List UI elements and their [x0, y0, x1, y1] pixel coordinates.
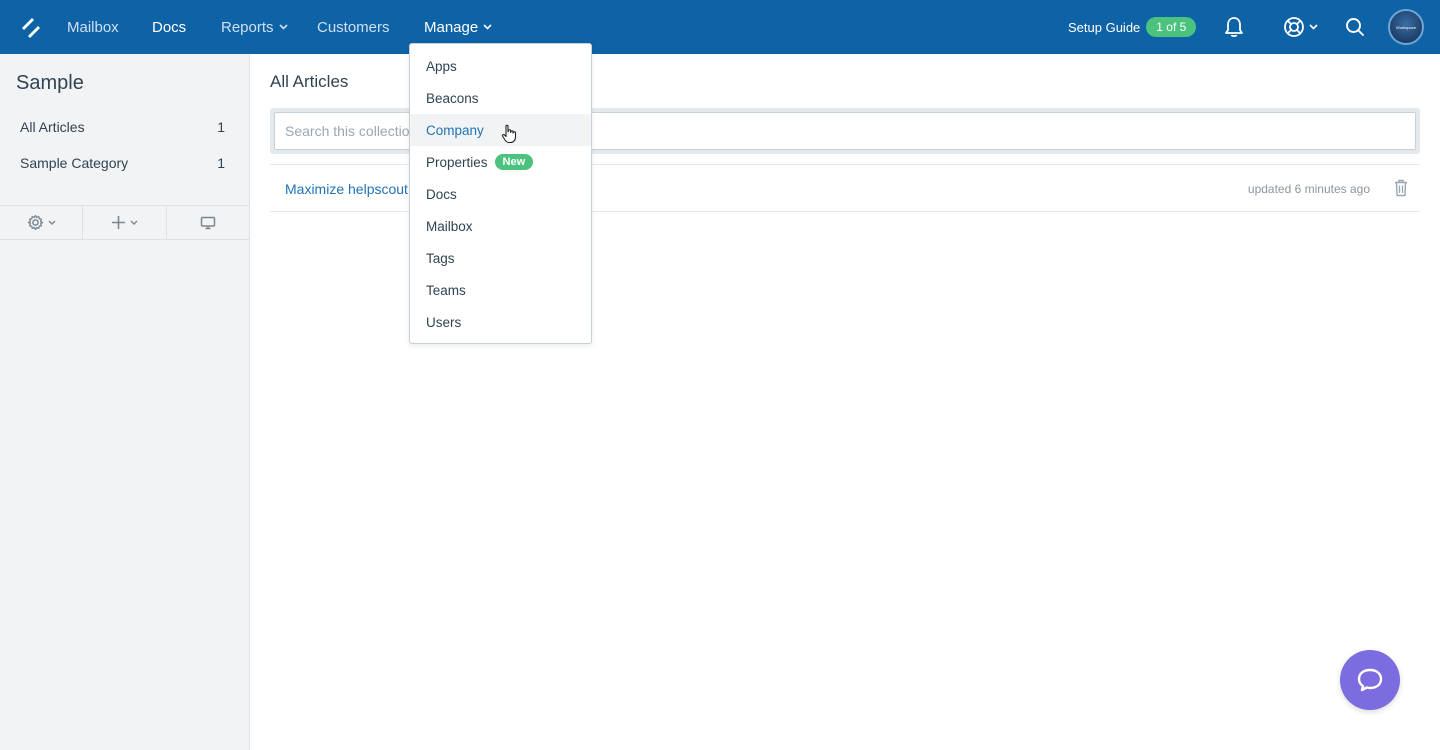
chevron-down-icon — [278, 24, 288, 30]
new-badge: New — [494, 154, 534, 170]
settings-dropdown-button[interactable] — [0, 206, 84, 239]
article-updated-time: updated 6 minutes ago — [1247, 182, 1370, 196]
nav-item-label: Customers — [317, 18, 390, 36]
setup-guide[interactable]: Setup Guide 1 of 5 — [1068, 0, 1197, 54]
menu-item-label: Company — [426, 122, 484, 138]
page-title: All Articles — [270, 72, 349, 91]
bell-icon — [1225, 17, 1243, 38]
menu-item-label: Beacons — [426, 90, 479, 106]
top-nav: Mailbox Docs Reports Customers Manage Se… — [0, 0, 1440, 54]
manage-dropdown-menu: Apps Beacons Company Properties New Docs… — [409, 43, 592, 344]
sidebar-toolbar — [0, 205, 249, 240]
chevron-down-icon — [1309, 24, 1318, 30]
sidebar-item-label: All Articles — [20, 119, 85, 135]
avatar-text: Workspace — [1396, 24, 1416, 30]
menu-item-properties[interactable]: Properties New — [410, 146, 591, 178]
menu-item-beacons[interactable]: Beacons — [410, 82, 591, 114]
menu-item-label: Teams — [426, 282, 466, 298]
monitor-icon — [200, 216, 216, 229]
nav-item-label: Manage — [424, 18, 479, 36]
search-icon — [1346, 18, 1364, 36]
sidebar-item-count: 1 — [217, 119, 225, 135]
setup-guide-progress-badge: 1 of 5 — [1146, 17, 1197, 37]
chevron-down-icon — [48, 220, 56, 225]
delete-article-button[interactable] — [1394, 179, 1408, 202]
helpscout-logo-icon[interactable] — [20, 15, 42, 39]
trash-icon — [1395, 179, 1407, 197]
menu-item-teams[interactable]: Teams — [410, 274, 591, 306]
nav-item-label: Docs — [152, 18, 187, 36]
avatar[interactable]: Workspace — [1388, 9, 1424, 45]
add-dropdown-button[interactable] — [83, 206, 167, 239]
search-button[interactable] — [1345, 14, 1365, 40]
sidebar-item-label: Sample Category — [20, 155, 129, 171]
nav-item-mailbox[interactable]: Mailbox — [67, 0, 119, 54]
chevron-down-icon — [130, 220, 138, 225]
sidebar-item-all-articles[interactable]: All Articles 1 — [20, 119, 225, 135]
chevron-down-icon — [483, 24, 492, 30]
menu-item-label: Mailbox — [426, 218, 473, 234]
menu-item-label: Apps — [426, 58, 457, 74]
view-site-button[interactable] — [167, 206, 249, 239]
chat-bubble-icon — [1357, 668, 1383, 692]
nav-item-label: Reports — [221, 18, 274, 36]
collection-title: Sample — [16, 72, 84, 94]
menu-item-mailbox[interactable]: Mailbox — [410, 210, 591, 242]
gear-icon — [27, 214, 43, 231]
lifebuoy-icon — [1284, 17, 1304, 37]
menu-item-users[interactable]: Users — [410, 306, 591, 338]
menu-item-label: Docs — [426, 186, 457, 202]
sidebar-item-sample-category[interactable]: Sample Category 1 — [20, 155, 225, 171]
sidebar-item-count: 1 — [217, 155, 225, 171]
nav-item-docs[interactable]: Docs — [152, 0, 186, 54]
plus-icon — [111, 216, 125, 229]
nav-item-label: Mailbox — [67, 18, 119, 36]
menu-item-apps[interactable]: Apps — [410, 50, 591, 82]
menu-item-label: Tags — [426, 250, 455, 266]
nav-item-customers[interactable]: Customers — [317, 0, 390, 54]
hand-cursor-icon — [501, 124, 517, 144]
nav-item-reports[interactable]: Reports — [221, 0, 288, 54]
notifications-button[interactable] — [1224, 14, 1244, 40]
menu-item-label: Properties — [426, 154, 488, 170]
help-menu-button[interactable] — [1283, 14, 1318, 40]
menu-item-docs[interactable]: Docs — [410, 178, 591, 210]
sidebar: Sample All Articles 1 Sample Category 1 — [0, 54, 250, 750]
menu-item-label: Users — [426, 314, 462, 330]
menu-item-tags[interactable]: Tags — [410, 242, 591, 274]
setup-guide-label: Setup Guide — [1068, 19, 1141, 35]
beacon-chat-button[interactable] — [1340, 650, 1400, 710]
